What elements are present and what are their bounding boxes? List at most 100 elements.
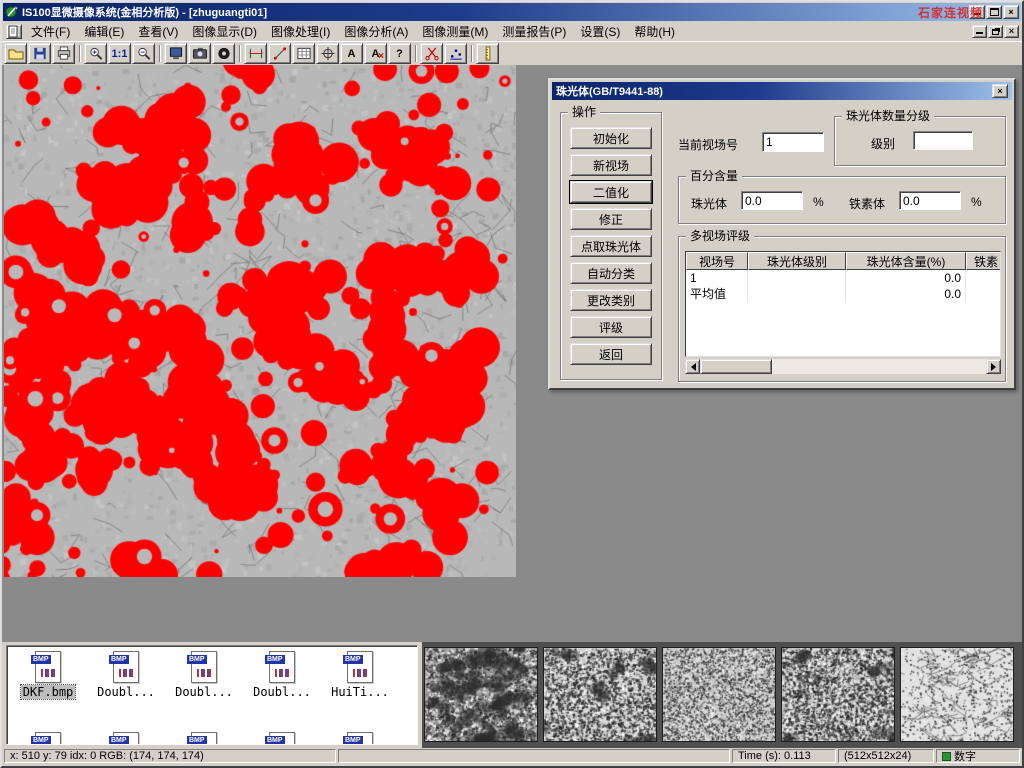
file-item-double1[interactable]: BMP Doubl... xyxy=(89,651,163,699)
ferrite-unit: % xyxy=(971,195,982,209)
return-button[interactable]: 返回 xyxy=(570,343,652,365)
file-item[interactable]: BMP xyxy=(323,732,397,745)
ferrite-label: 铁素体 xyxy=(849,195,885,212)
file-item-dkf[interactable]: BMP DKF.bmp xyxy=(11,651,85,699)
thumbnail-2[interactable] xyxy=(543,647,657,742)
file-name[interactable]: HuiTi... xyxy=(329,685,391,699)
window-close-button[interactable]: × xyxy=(1003,5,1019,19)
mode-icon xyxy=(942,752,951,761)
metallograph-image[interactable] xyxy=(4,65,516,577)
camera-button[interactable] xyxy=(188,43,211,64)
one-to-one-icon: 1:1 xyxy=(112,48,128,60)
file-name[interactable]: Doubl... xyxy=(173,685,235,699)
status-image-size: (512x512x24) xyxy=(838,749,934,763)
col-pearlite-grade[interactable]: 珠光体级别 xyxy=(748,252,846,270)
dialog-close-button[interactable]: × xyxy=(992,84,1008,98)
bmp-badge: BMP xyxy=(109,736,129,745)
menu-image-analysis[interactable]: 图像分析(A) xyxy=(337,20,415,43)
current-field-input[interactable] xyxy=(762,132,824,152)
menu-help[interactable]: 帮助(H) xyxy=(627,20,682,43)
mdi-close-button[interactable]: × xyxy=(1004,25,1019,38)
pearlite-dialog: 珠光体(GB/T9441-88) × 操作 初始化 新视场 二值化 修正 点取珠… xyxy=(548,78,1016,390)
file-item[interactable]: BMP xyxy=(245,732,319,745)
table-row[interactable]: 1 0.0 xyxy=(686,270,1000,286)
file-item-huiti[interactable]: BMP HuiTi... xyxy=(323,651,397,699)
init-button[interactable]: 初始化 xyxy=(570,127,652,149)
grid-button[interactable] xyxy=(292,43,315,64)
scrollbar-thumb[interactable] xyxy=(700,359,772,374)
aperture-button[interactable] xyxy=(212,43,235,64)
file-name[interactable]: Doubl... xyxy=(95,685,157,699)
help-button[interactable]: ? xyxy=(388,43,411,64)
open-button[interactable] xyxy=(4,43,27,64)
file-item[interactable]: BMP xyxy=(11,732,85,745)
col-ferrite[interactable]: 铁素 xyxy=(966,252,1001,270)
menu-settings[interactable]: 设置(S) xyxy=(573,20,627,43)
cut-button[interactable] xyxy=(420,43,443,64)
thumbnail-3[interactable] xyxy=(662,647,776,742)
thumbnail-5[interactable] xyxy=(900,647,1014,742)
watermark-overlay: 石家连视频 xyxy=(918,4,983,21)
menu-measure-report[interactable]: 测量报告(P) xyxy=(495,20,573,43)
file-item[interactable]: BMP xyxy=(89,732,163,745)
toolbar: 1:1 A A× ? xyxy=(2,41,1022,65)
pick-pearlite-button[interactable]: 点取珠光体 xyxy=(570,235,652,257)
change-class-button[interactable]: 更改类别 xyxy=(570,289,652,311)
capture-monitor-icon xyxy=(168,46,184,61)
measure-distance-button[interactable] xyxy=(268,43,291,64)
menu-edit[interactable]: 编辑(E) xyxy=(77,20,131,43)
menu-image-processing[interactable]: 图像处理(I) xyxy=(264,20,337,43)
right-triangle-icon xyxy=(991,363,1000,371)
zoom-out-button[interactable] xyxy=(132,43,155,64)
actual-size-button[interactable]: 1:1 xyxy=(108,43,131,64)
measure-width-button[interactable] xyxy=(244,43,267,64)
col-pearlite-content[interactable]: 珠光体含量(%) xyxy=(846,252,966,270)
ferrite-percent-input[interactable] xyxy=(899,191,961,210)
table-horizontal-scrollbar[interactable] xyxy=(685,359,1001,374)
binarize-button[interactable]: 二值化 xyxy=(570,181,652,203)
grade-input[interactable] xyxy=(913,131,973,150)
minimize-icon xyxy=(976,28,983,34)
mdi-restore-button[interactable] xyxy=(988,25,1003,38)
bmp-file-icon: BMP xyxy=(35,732,61,745)
menu-view[interactable]: 查看(V) xyxy=(131,20,185,43)
col-field-number[interactable]: 视场号 xyxy=(686,252,748,270)
auto-classify-button[interactable]: 自动分类 xyxy=(570,262,652,284)
menu-image-display[interactable]: 图像显示(D) xyxy=(185,20,264,43)
text-annotate-button[interactable]: A xyxy=(340,43,363,64)
mdi-document-icon[interactable] xyxy=(6,24,22,39)
new-field-button[interactable]: 新视场 xyxy=(570,154,652,176)
ruler-button[interactable] xyxy=(476,43,499,64)
scroll-right-arrow[interactable] xyxy=(986,359,1001,374)
status-bar: x: 510 y: 79 idx: 0 RGB: (174, 174, 174)… xyxy=(2,748,1022,765)
caliper-icon xyxy=(248,46,264,61)
zoom-in-button[interactable] xyxy=(84,43,107,64)
correct-button[interactable]: 修正 xyxy=(570,208,652,230)
menu-file[interactable]: 文件(F) xyxy=(24,20,77,43)
print-button[interactable] xyxy=(52,43,75,64)
pearlite-percent-input[interactable] xyxy=(741,191,803,210)
crosshair-button[interactable] xyxy=(316,43,339,64)
scroll-left-arrow[interactable] xyxy=(685,359,700,374)
thumbnail-4[interactable] xyxy=(781,647,895,742)
mdi-window-controls: × xyxy=(972,25,1020,38)
save-button[interactable] xyxy=(28,43,51,64)
file-name[interactable]: DKF.bmp xyxy=(21,685,76,699)
file-item-double2[interactable]: BMP Doubl... xyxy=(167,651,241,699)
menu-image-measure[interactable]: 图像测量(M) xyxy=(415,20,495,43)
current-field-label: 当前视场号 xyxy=(678,136,738,153)
dialog-title-bar[interactable]: 珠光体(GB/T9441-88) × xyxy=(552,82,1012,100)
file-item[interactable]: BMP xyxy=(167,732,241,745)
scrollbar-track[interactable] xyxy=(772,359,986,374)
file-item-double3[interactable]: BMP Doubl... xyxy=(245,651,319,699)
text-delete-button[interactable]: A× xyxy=(364,43,387,64)
table-row[interactable]: 平均值 0.0 xyxy=(686,286,1000,302)
mdi-minimize-button[interactable] xyxy=(972,25,987,38)
scatter-button[interactable] xyxy=(444,43,467,64)
toolbar-separator xyxy=(239,45,241,62)
file-name[interactable]: Doubl... xyxy=(251,685,313,699)
window-maximize-button[interactable] xyxy=(986,5,1002,19)
thumbnail-1[interactable] xyxy=(424,647,538,742)
capture-frame-button[interactable] xyxy=(164,43,187,64)
grade-button[interactable]: 评级 xyxy=(570,316,652,338)
